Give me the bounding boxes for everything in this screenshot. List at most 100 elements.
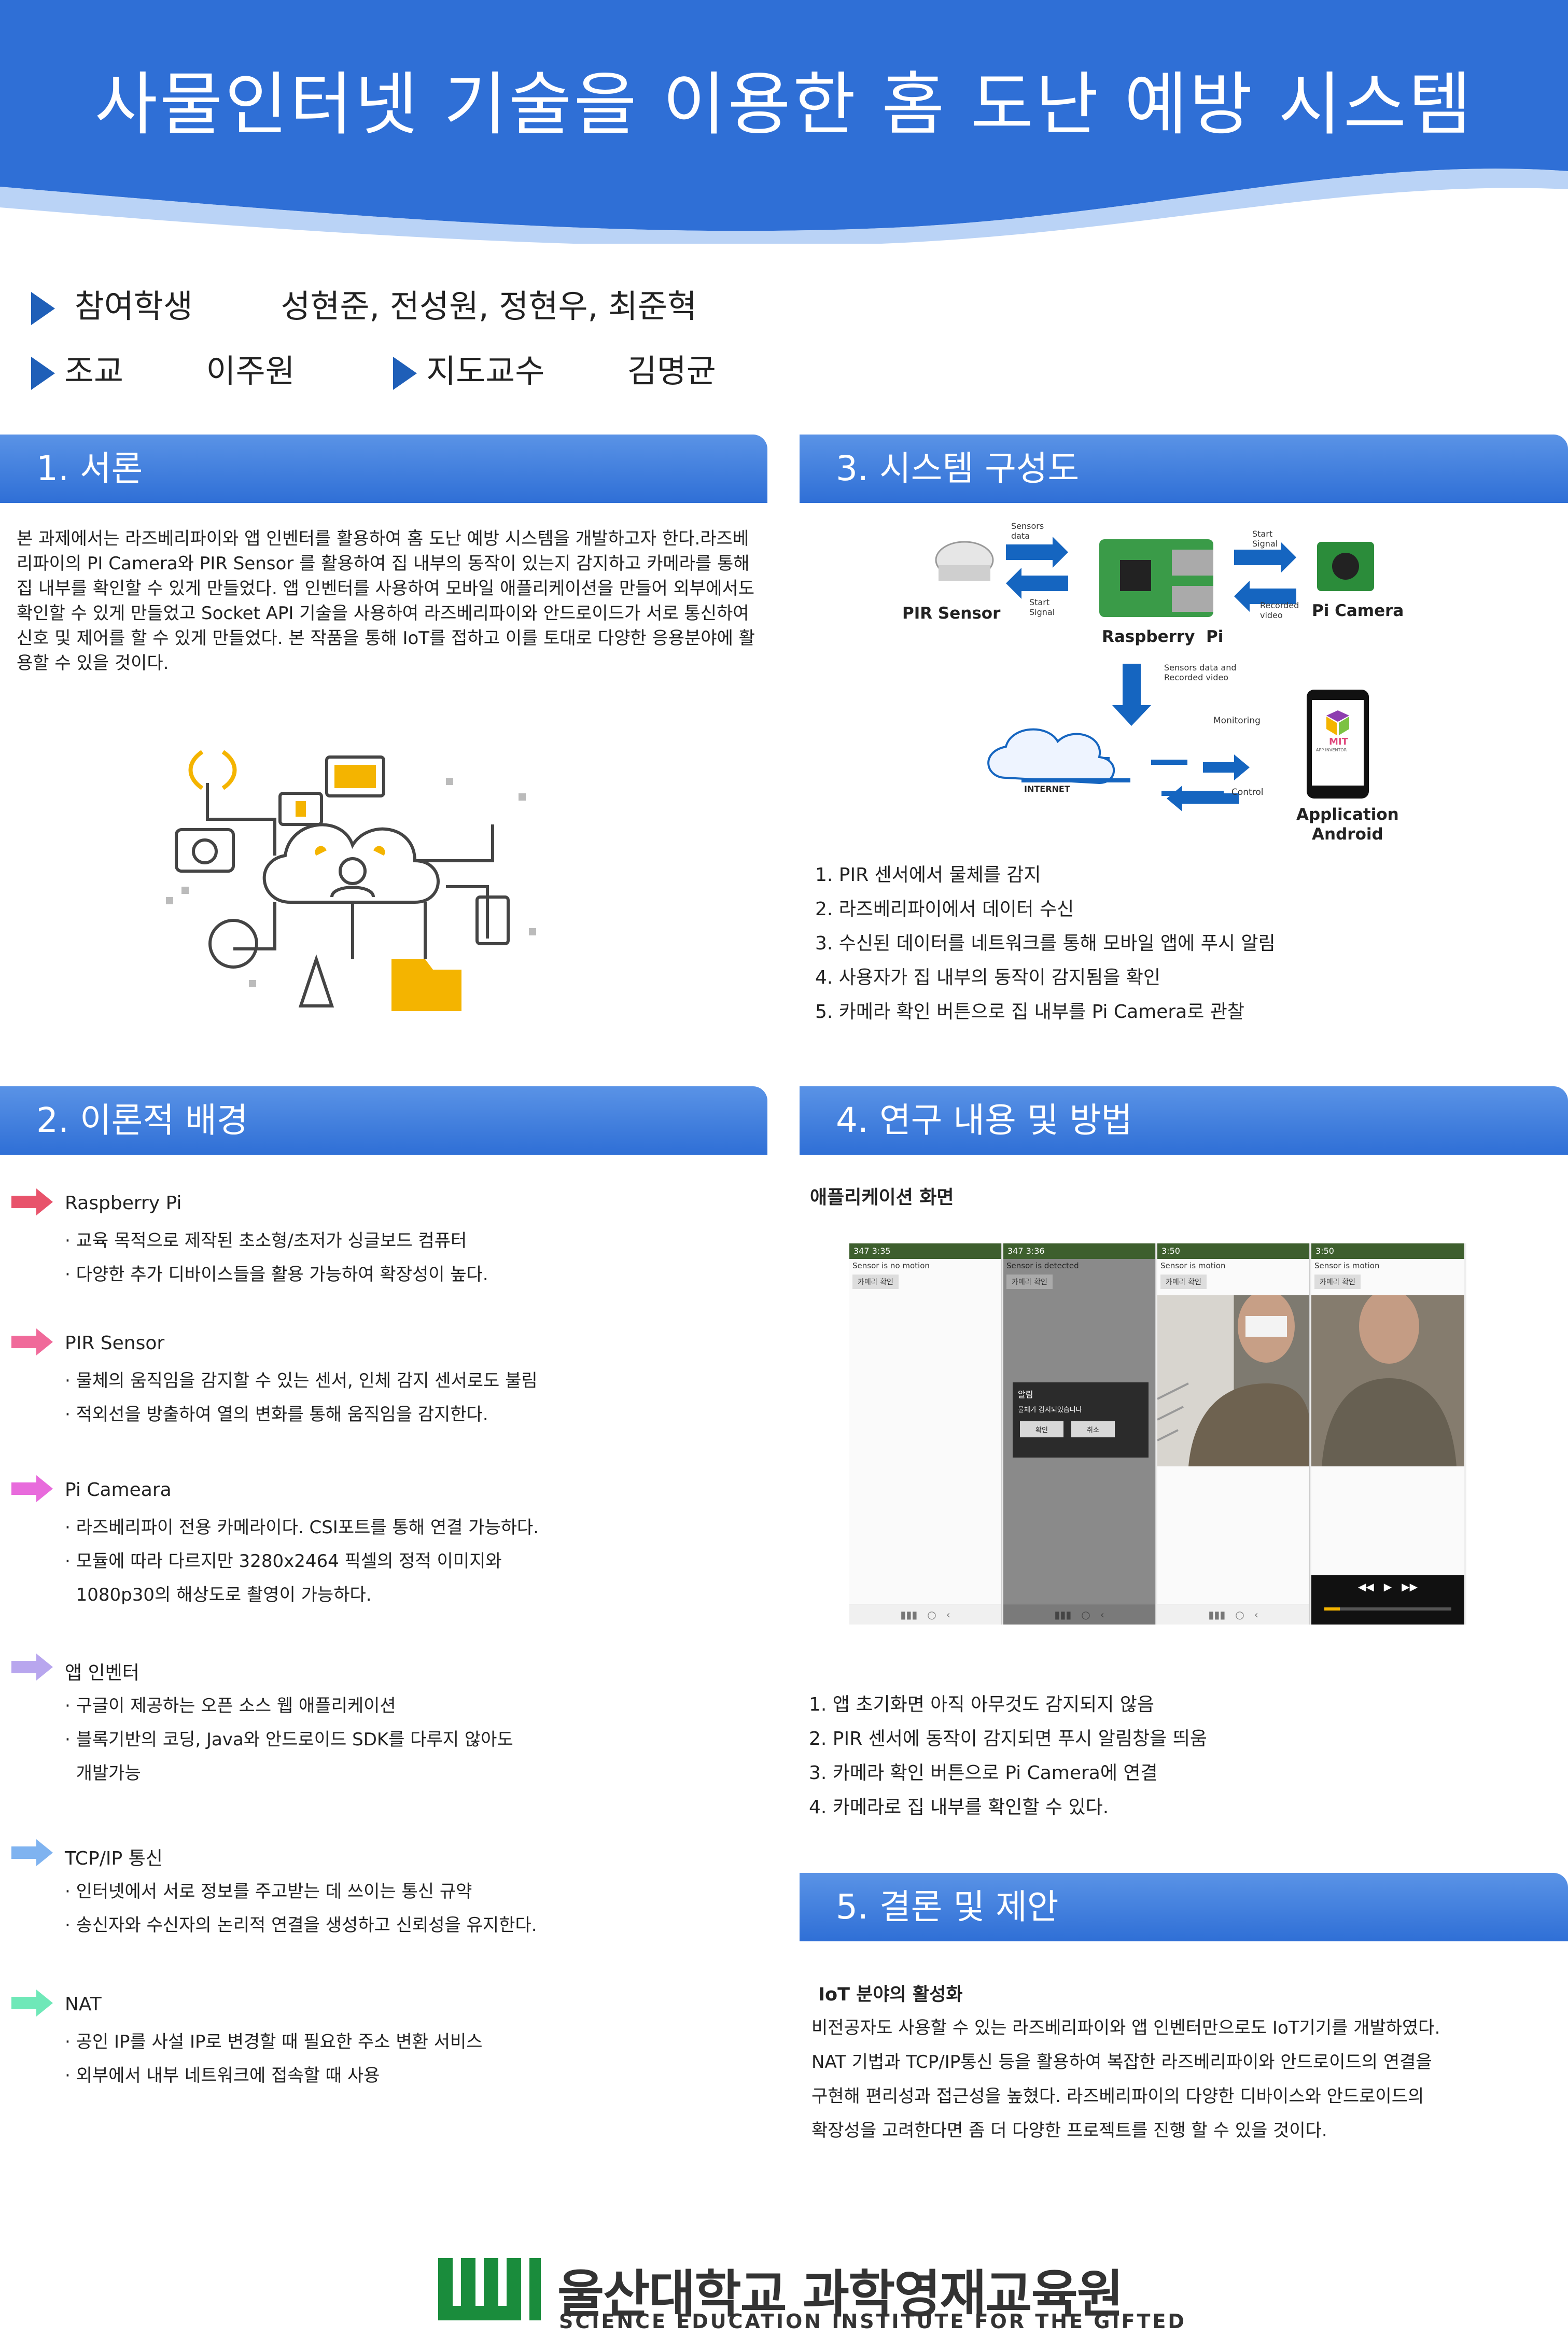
camera-check-button[interactable]: 카메라 확인 — [1006, 1275, 1053, 1289]
diagram-label-recorded-video: Recorded video — [1260, 600, 1299, 620]
conclusion-line: NAT 기법과 TCP/IP통신 등을 활용하여 복잡한 라즈베리파이와 안드로… — [811, 2052, 1432, 2073]
app-screen-initial: 347 3:35 Sensor is no motion 카메라 확인 ▮▮▮ … — [849, 1243, 1002, 1625]
conclusion-text: 비전공자도 사용할 수 있는 라즈베리파이와 앱 인벤터만으로도 IoT기기를 … — [811, 2011, 1440, 2148]
status-bar: 3:50 — [1157, 1243, 1309, 1259]
ta-name: 이주원 — [206, 352, 295, 390]
app-screenshots: 347 3:35 Sensor is no motion 카메라 확인 ▮▮▮ … — [849, 1243, 1466, 1625]
section-heading-conclusion: 5. 결론 및 제안 — [800, 1873, 1568, 1941]
background-item-line: · 교육 목적으로 제작된 초소형/초저가 싱글보드 컴퓨터 — [65, 1230, 467, 1251]
ta-label: 조교 — [64, 352, 124, 390]
diagram-label-rpi: Raspberry Pi — [1102, 627, 1224, 646]
alert-cancel-button[interactable]: 취소 — [1071, 1421, 1115, 1437]
sensor-status-text: Sensor is detected — [1006, 1261, 1079, 1270]
arrow-right-icon — [11, 1188, 53, 1215]
section-heading-intro: 1. 서론 — [0, 435, 767, 503]
diagram-label-start-signal-right: Start Signal — [1252, 529, 1278, 549]
arrow-right-icon — [11, 1328, 53, 1355]
android-nav-bar: ▮▮▮ ○ ‹ — [849, 1604, 1001, 1625]
camera-feed-image — [1157, 1290, 1309, 1466]
alert-dialog: 알림 물체가 감지되었습니다 확인 취소 — [1013, 1382, 1149, 1458]
mit-logo-text: MIT — [1329, 736, 1348, 747]
intro-text: 본 과제에서는 라즈베리파이와 앱 인벤터를 활용하여 홈 도난 예방 시스템을… — [17, 528, 755, 674]
background-item-line: · 다양한 추가 디바이스들을 활용 가능하여 확장성이 높다. — [65, 1264, 488, 1285]
diagram-label-app: Application Android — [1296, 805, 1399, 844]
diagram-label-sensors-data: Sensors data — [1011, 521, 1044, 541]
research-step: 2. PIR 센서에 동작이 감지되면 푸시 알림창을 띄움 — [809, 1728, 1207, 1749]
institute-logo-icon — [438, 2258, 542, 2320]
android-nav-bar: ▮▮▮ ○ ‹ — [1157, 1604, 1309, 1625]
background-item-line: · 인터넷에서 서로 정보를 주고받는 데 쓰이는 통신 규약 — [65, 1881, 472, 1902]
internet-cloud-icon — [987, 728, 1115, 785]
alert-ok-button[interactable]: 확인 — [1020, 1421, 1063, 1437]
camera-check-button[interactable]: 카메라 확인 — [1160, 1275, 1207, 1289]
section-heading-research: 4. 연구 내용 및 방법 — [800, 1086, 1568, 1155]
section-heading-system: 3. 시스템 구성도 — [800, 435, 1568, 503]
camera-check-button[interactable]: 카메라 확인 — [1314, 1275, 1361, 1289]
background-item-title: 앱 인벤터 — [65, 1662, 139, 1684]
background-item-title: PIR Sensor — [65, 1333, 165, 1354]
students-label: 참여학생 — [74, 287, 193, 325]
pi-camera-icon — [1317, 542, 1374, 591]
system-step: 3. 수신된 데이터를 네트워크를 통해 모바일 앱에 푸시 알림 — [815, 933, 1276, 954]
background-item-line: · 구글이 제공하는 오픈 소스 웹 애플리케이션 — [65, 1696, 396, 1716]
conclusion-line: 구현해 편리성과 접근성을 높혔다. 라즈베리파이의 다양한 디바이스와 안드로… — [811, 2086, 1424, 2107]
staff-row: 조교 이주원 지도교수 김명균 — [31, 345, 716, 391]
conclusion-line: 확장성을 고려한다면 좀 더 다양한 프로젝트를 진행 할 수 있을 것이다. — [811, 2120, 1327, 2141]
students-names: 성현준, 전성원, 정현우, 최준혁 — [281, 287, 697, 325]
diagram-label-start-signal-left: Start Signal — [1029, 597, 1055, 617]
video-player-controls: ◀◀ ▶ ▶▶ — [1311, 1575, 1464, 1625]
diagram-label-picam: Pi Camera — [1312, 601, 1404, 620]
system-steps: 1. PIR 센서에서 물체를 감지 2. 라즈베리파이에서 데이터 수신 3.… — [815, 858, 1276, 1029]
alert-dialog-title: 알림 — [1018, 1390, 1033, 1399]
sensor-status-text: Sensor is motion — [1314, 1261, 1380, 1270]
research-step: 3. 카메라 확인 버튼으로 Pi Camera에 연결 — [809, 1762, 1158, 1784]
diagram-label-pir: PIR Sensor — [902, 604, 1001, 623]
diagram-label-internet: INTERNET — [1024, 784, 1070, 794]
research-step: 4. 카메라로 집 내부를 확인할 수 있다. — [809, 1797, 1109, 1818]
system-step: 4. 사용자가 집 내부의 동작이 감지됨을 확인 — [815, 967, 1161, 988]
background-item-line: 1080p30의 해상도로 촬영이 가능하다. — [65, 1585, 372, 1605]
mit-logo-subtext: APP INVENTOR — [1316, 748, 1347, 752]
background-item-line: · 블록기반의 코딩, Java와 안드로이드 SDK를 다루지 않아도 — [65, 1729, 513, 1750]
arrow-right-icon — [11, 1990, 53, 2017]
background-item-title: Pi Cameara — [65, 1479, 172, 1501]
institute-name-english: SCIENCE EDUCATION INSTITUTE FOR THE GIFT… — [559, 2310, 1186, 2333]
sensor-status-text: Sensor is no motion — [852, 1261, 930, 1270]
arrow-right-icon — [11, 1475, 53, 1502]
research-steps: 1. 앱 초기화면 아직 아무것도 감지되지 않음 2. PIR 센서에 동작이… — [809, 1688, 1207, 1825]
iot-illustration — [166, 750, 536, 1011]
system-diagram: PIR Sensor Raspberry Pi Pi Camera INTERN… — [902, 519, 1421, 856]
background-item-line: · 적외선을 방출하여 열의 변화를 통해 움직임을 감지한다. — [65, 1404, 488, 1425]
background-item-line: · 물체의 움직임을 감지할 수 있는 센서, 인체 감지 센서로도 불림 — [65, 1370, 538, 1391]
pir-sensor-icon — [935, 541, 994, 581]
section-heading-background: 2. 이론적 배경 — [0, 1086, 767, 1155]
video-progress-track[interactable] — [1324, 1607, 1451, 1611]
status-bar: 3:50 — [1311, 1243, 1464, 1259]
conclusion-line: 비전공자도 사용할 수 있는 라즈베리파이와 앱 인벤터만으로도 IoT기기를 … — [811, 2018, 1440, 2038]
diagram-label-monitoring: Monitoring — [1213, 716, 1261, 726]
background-item-line: · 송신자와 수신자의 논리적 연결을 생성하고 신뢰성을 유지한다. — [65, 1915, 537, 1936]
conclusion-subheading: IoT 분야의 활성화 — [818, 1984, 963, 2005]
status-bar: 347 3:36 — [1003, 1243, 1155, 1259]
background-item-title: Raspberry Pi — [65, 1193, 182, 1214]
video-control-icons[interactable]: ◀◀ ▶ ▶▶ — [1311, 1575, 1464, 1593]
system-step: 2. 라즈베리파이에서 데이터 수신 — [815, 899, 1074, 920]
app-screen-video: 3:50 Sensor is motion 카메라 확인 ◀◀ ▶ ▶▶ — [1311, 1243, 1464, 1625]
triangle-bullet-icon — [31, 356, 55, 390]
raspberry-pi-icon — [1099, 539, 1213, 617]
background-item-title: TCP/IP 통신 — [65, 1848, 163, 1869]
background-item-line: · 공인 IP를 사설 IP로 변경할 때 필요한 주소 변환 서비스 — [65, 2032, 483, 2052]
sensor-status-text: Sensor is motion — [1160, 1261, 1226, 1270]
research-step: 1. 앱 초기화면 아직 아무것도 감지되지 않음 — [809, 1694, 1155, 1715]
triangle-bullet-icon — [31, 291, 55, 325]
app-screen-alert: 347 3:36 Sensor is detected 카메라 확인 알림 물체… — [1003, 1243, 1156, 1625]
camera-check-button[interactable]: 카메라 확인 — [852, 1275, 899, 1289]
system-step: 1. PIR 센서에서 물체를 감지 — [815, 864, 1041, 886]
background-item-line: · 모듈에 따라 다르지만 3280x2464 픽셀의 정적 이미지와 — [65, 1551, 502, 1572]
advisor-name: 김명균 — [627, 352, 716, 390]
system-step: 5. 카메라 확인 버튼으로 집 내부를 Pi Camera로 관찰 — [815, 1001, 1245, 1023]
poster-title: 사물인터넷 기술을 이용한 홈 도난 예방 시스템 — [94, 65, 1474, 145]
arrow-right-icon — [11, 1839, 53, 1866]
background-item-line: · 외부에서 내부 네트워크에 접속할 때 사용 — [65, 2065, 380, 2086]
background-item-title: NAT — [65, 1994, 102, 2015]
